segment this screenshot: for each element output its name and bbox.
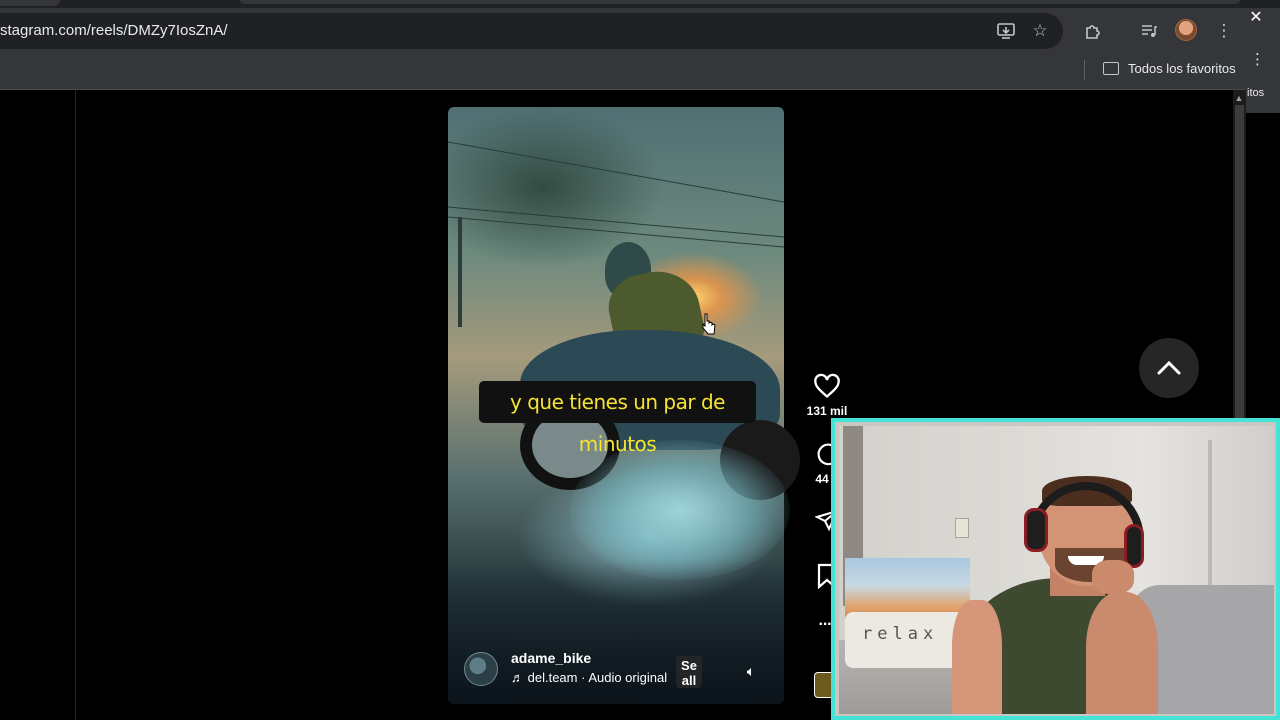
all-bookmarks-link[interactable]: Todos los favoritos	[1128, 60, 1236, 78]
pillow-text: relax	[862, 624, 939, 644]
headphones-right-cup	[1124, 524, 1144, 568]
webcam-person-arm-raised	[1086, 592, 1158, 714]
media-icon[interactable]	[1136, 18, 1162, 44]
side-panel-text: itos	[1247, 87, 1265, 99]
bookmarks-separator	[1084, 60, 1085, 80]
webcam-person-hand	[1092, 560, 1134, 594]
webcam-person-arm	[952, 600, 1002, 714]
install-icon[interactable]	[993, 18, 1019, 44]
star-icon[interactable]: ☆	[1027, 18, 1053, 44]
close-icon[interactable]: ✕	[1246, 8, 1266, 28]
bookmarks-bar	[0, 53, 1246, 90]
side-panel-menu-icon[interactable]: ⋮	[1250, 50, 1265, 68]
tab-strip-bar	[240, 0, 1240, 4]
music-note-icon: ♬	[511, 670, 528, 685]
previous-reel-button[interactable]	[1139, 338, 1199, 398]
reel-audio-label: del.team · Audio original	[527, 670, 668, 685]
hand-cursor-icon	[702, 313, 716, 335]
profile-avatar[interactable]	[1175, 19, 1197, 41]
active-tab[interactable]	[0, 0, 60, 6]
reel-audio[interactable]: ♬ del.team · Audio original	[511, 670, 667, 685]
url-text[interactable]: stagram.com/reels/DMZy7IosZnA/	[0, 20, 228, 42]
like-count: 131 mil	[806, 404, 848, 418]
like-heart-icon[interactable]	[813, 372, 841, 400]
reel-username[interactable]: adame_bike	[511, 650, 591, 666]
webcam-wall-edge	[1208, 440, 1212, 590]
video-subtitle: y que tienes un par de minutos	[479, 381, 756, 456]
scrollbar-thumb[interactable]	[1235, 105, 1244, 435]
extensions-icon[interactable]	[1080, 18, 1106, 44]
volume-icon[interactable]: 🔈︎	[740, 660, 762, 682]
reel-author-avatar[interactable]	[464, 652, 498, 686]
sidebar-divider	[75, 90, 76, 720]
webcam-light-switch	[955, 518, 969, 538]
headphones-left-cup	[1024, 508, 1048, 552]
menu-icon[interactable]: ⋮	[1211, 18, 1237, 44]
folder-icon[interactable]	[1103, 62, 1119, 75]
follow-button[interactable]: Se all	[676, 656, 702, 688]
scroll-up-arrow-icon[interactable]: ▲	[1234, 93, 1244, 103]
